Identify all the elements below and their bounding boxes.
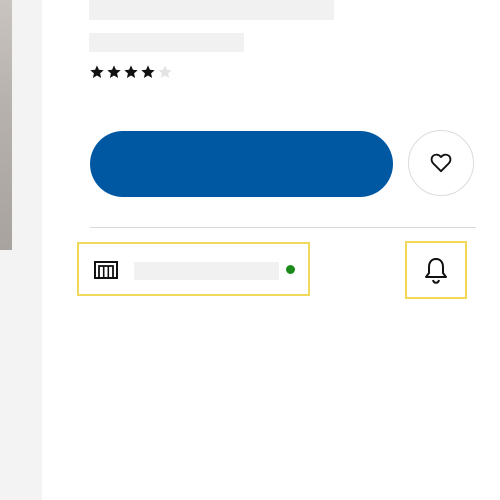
star-filled-icon	[90, 65, 104, 78]
store-availability-row[interactable]	[77, 242, 310, 296]
product-title-placeholder	[89, 0, 334, 20]
notify-button[interactable]	[405, 241, 467, 299]
star-filled-icon	[141, 65, 155, 78]
favourite-button[interactable]	[408, 130, 474, 196]
star-filled-icon	[124, 65, 138, 78]
store-icon	[94, 261, 118, 279]
rating-stars[interactable]	[89, 64, 173, 80]
store-name-placeholder	[134, 262, 279, 280]
availability-status-dot	[286, 265, 295, 274]
star-empty-icon	[158, 65, 172, 78]
heart-icon	[430, 153, 452, 173]
add-to-cart-button[interactable]	[90, 131, 393, 197]
section-divider	[90, 227, 476, 228]
product-image[interactable]	[0, 0, 12, 250]
bell-icon	[425, 258, 447, 284]
star-filled-icon	[107, 65, 121, 78]
product-subtitle-placeholder	[89, 33, 244, 52]
